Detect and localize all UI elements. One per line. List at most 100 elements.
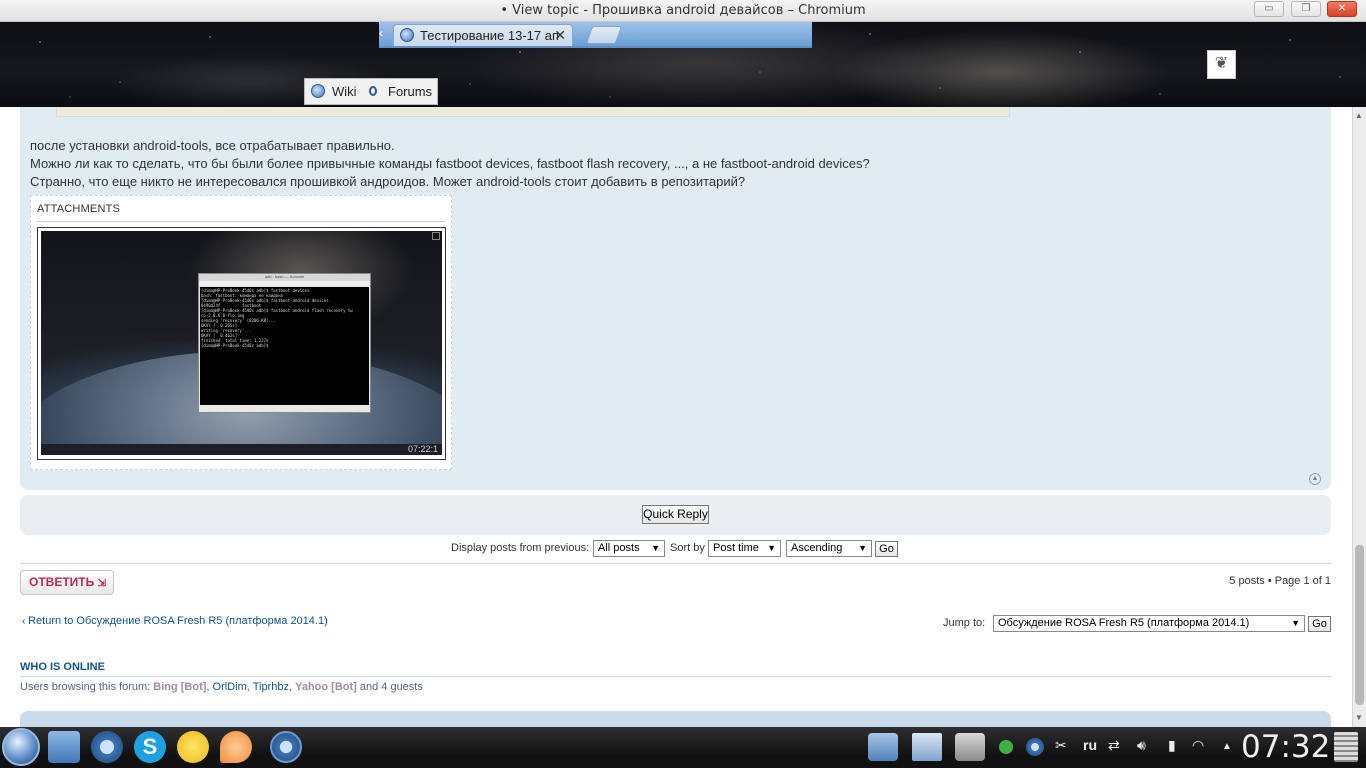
- dropdown-arrow-icon: ▼: [651, 543, 660, 553]
- konsole-tabbar: [199, 405, 370, 412]
- start-menu-icon[interactable]: [2, 728, 40, 766]
- online-users-text: Users browsing this forum: Bing [Bot], O…: [20, 681, 423, 693]
- konsole-title: adb : bash — Konsole: [199, 274, 370, 281]
- status-green-icon[interactable]: [999, 740, 1013, 754]
- dropdown-arrow-icon: ▼: [1291, 618, 1300, 628]
- workspace-switcher-icon[interactable]: [912, 733, 942, 761]
- reply-arrow-icon: ⇲: [97, 578, 106, 589]
- trash-icon[interactable]: [1334, 732, 1358, 762]
- jump-to-label: Jump to:: [943, 617, 986, 629]
- tab-active[interactable]: Тестирование 13-17 ап ✕: [393, 24, 573, 46]
- new-tab-button[interactable]: [585, 26, 623, 44]
- chromium-tray-icon[interactable]: [1026, 738, 1044, 756]
- post-line: Странно, что еще никто не интересовался …: [30, 174, 746, 189]
- player-icon[interactable]: [220, 731, 252, 763]
- minimize-button[interactable]: ▭: [1254, 1, 1284, 17]
- post-content: после установки android-tools, все отраб…: [30, 137, 870, 191]
- chromium-icon[interactable]: [91, 731, 123, 763]
- chromium-running-icon[interactable]: [270, 731, 302, 763]
- dropdown-arrow-icon: ▼: [767, 543, 776, 553]
- jump-to-value: Обсуждение ROSA Fresh R5 (платформа 2014…: [998, 617, 1250, 629]
- extension-icon[interactable]: ❦: [1207, 50, 1236, 79]
- attachments-box: ATTACHMENTS adb : bash — Konsole [dima@H…: [30, 195, 452, 470]
- forum-page: после установки android-tools, все отраб…: [0, 107, 1352, 727]
- browser-header: ‹ Тестирование 13-17 ап ✕ Wiki Forums ❦: [0, 22, 1366, 107]
- post-line: Можно ли как то сделать, что бы были бол…: [30, 156, 870, 171]
- tab-scroll-left[interactable]: ‹: [379, 26, 383, 40]
- taskbar-clock[interactable]: 07:32: [1241, 729, 1330, 765]
- konsole-window: adb : bash — Konsole [dima@HP-ProBook-45…: [198, 273, 371, 413]
- sort-key-value: Post time: [713, 542, 759, 554]
- maximize-button[interactable]: ❐: [1291, 1, 1321, 17]
- screenshot-close-icon: [432, 232, 440, 240]
- wifi-icon[interactable]: ◠: [1192, 737, 1204, 754]
- back-to-top-icon[interactable]: ▲: [1309, 473, 1321, 485]
- screenshot-taskbar: 07:22:1: [41, 444, 442, 455]
- online-user-link[interactable]: OrlDim: [213, 681, 247, 693]
- display-posts-label: Display posts from previous:: [451, 542, 590, 554]
- settings-icon[interactable]: [955, 733, 985, 761]
- nav-forums[interactable]: Forums: [388, 84, 432, 99]
- dropdown-arrow-icon: ▼: [858, 543, 867, 553]
- site-nav: Wiki Forums: [304, 78, 438, 105]
- online-user-link[interactable]: Tiprhbz: [253, 681, 289, 693]
- close-button[interactable]: ✕: [1327, 1, 1357, 17]
- screenshot-thumbnail: adb : bash — Konsole [dima@HP-ProBook-45…: [41, 231, 442, 455]
- screenshot-clock: 07:22:1: [407, 444, 438, 454]
- wiki-icon: [311, 84, 325, 98]
- sort-order-select[interactable]: Ascending ▼: [786, 540, 872, 557]
- reply-label: ОТВЕТИТЬ: [29, 575, 95, 589]
- volume-icon[interactable]: 🔊︎: [1137, 737, 1146, 754]
- post-line: после установки android-tools, все отраб…: [30, 138, 395, 153]
- keyboard-layout[interactable]: ru: [1083, 737, 1097, 753]
- nav-wiki[interactable]: Wiki: [332, 84, 357, 99]
- who-is-online-heading: WHO IS ONLINE: [20, 661, 105, 673]
- return-link[interactable]: ‹ Return to Обсуждение ROSA Fresh R5 (пл…: [22, 615, 328, 627]
- screenshot-tool-icon[interactable]: [868, 733, 898, 761]
- attachment-image[interactable]: adb : bash — Konsole [dima@HP-ProBook-45…: [37, 227, 446, 460]
- forums-icon: [369, 86, 377, 96]
- jump-go-button[interactable]: Go: [1308, 616, 1331, 632]
- online-user-link[interactable]: Yahoo [Bot]: [295, 681, 357, 693]
- window-title: • View topic - Прошивка android девайсов…: [500, 3, 866, 18]
- rosa-favicon-icon: [400, 28, 414, 42]
- sort-order-value: Ascending: [791, 542, 843, 554]
- divider: [37, 221, 445, 222]
- sort-by-label: Sort by: [670, 542, 705, 554]
- konsole-output: [dima@HP-ProBook-4540s adb]$ fastboot de…: [200, 287, 369, 405]
- reply-button[interactable]: ОТВЕТИТЬ ⇲: [20, 570, 114, 595]
- clipboard-scissors-icon[interactable]: ✂: [1055, 737, 1067, 754]
- tab-label: Тестирование 13-17 ап: [420, 28, 558, 43]
- attachments-heading: ATTACHMENTS: [37, 203, 121, 215]
- jump-to-select[interactable]: Обсуждение ROSA Fresh R5 (платформа 2014…: [993, 615, 1305, 632]
- pagination-info: 5 posts • Page 1 of 1: [1229, 575, 1331, 587]
- online-suffix: and 4 guests: [356, 681, 423, 693]
- divider: [20, 563, 1331, 564]
- tab-strip: ‹ Тестирование 13-17 ап ✕: [379, 22, 812, 48]
- divider: [20, 676, 1331, 677]
- skype-icon[interactable]: S: [134, 731, 166, 763]
- file-manager-icon[interactable]: [48, 731, 80, 763]
- display-posts-value: All posts: [598, 542, 640, 554]
- window-titlebar[interactable]: • View topic - Прошивка android девайсов…: [0, 0, 1366, 22]
- page-scrollbar[interactable]: ▲ ▼: [1352, 107, 1366, 727]
- footer-panel: [20, 711, 1331, 727]
- tab-close-icon[interactable]: ✕: [554, 27, 566, 44]
- online-prefix: Users browsing this forum:: [20, 681, 154, 693]
- scrollbar-thumb[interactable]: [1355, 545, 1364, 705]
- konsole-menu: [199, 281, 370, 286]
- quick-reply-button[interactable]: Quick Reply: [642, 505, 709, 524]
- chat-icon[interactable]: [177, 731, 209, 763]
- desktop-taskbar: S ✂ ru ⇄ 🔊︎ ▮ ◠ ▲ 07:32: [0, 727, 1366, 768]
- display-posts-select[interactable]: All posts ▼: [593, 540, 665, 557]
- tray-expand-icon[interactable]: ▲: [1222, 741, 1232, 752]
- scroll-up-icon[interactable]: ▲: [1355, 111, 1363, 120]
- return-link-text: Return to Обсуждение ROSA Fresh R5 (плат…: [28, 615, 328, 627]
- quote-block: [56, 107, 1010, 117]
- network-icon[interactable]: ⇄: [1108, 737, 1120, 754]
- battery-icon[interactable]: ▮: [1168, 737, 1176, 754]
- scroll-down-icon[interactable]: ▼: [1355, 713, 1363, 722]
- online-user-link[interactable]: Bing [Bot]: [153, 681, 206, 693]
- sort-go-button[interactable]: Go: [875, 541, 898, 557]
- sort-key-select[interactable]: Post time ▼: [708, 540, 781, 557]
